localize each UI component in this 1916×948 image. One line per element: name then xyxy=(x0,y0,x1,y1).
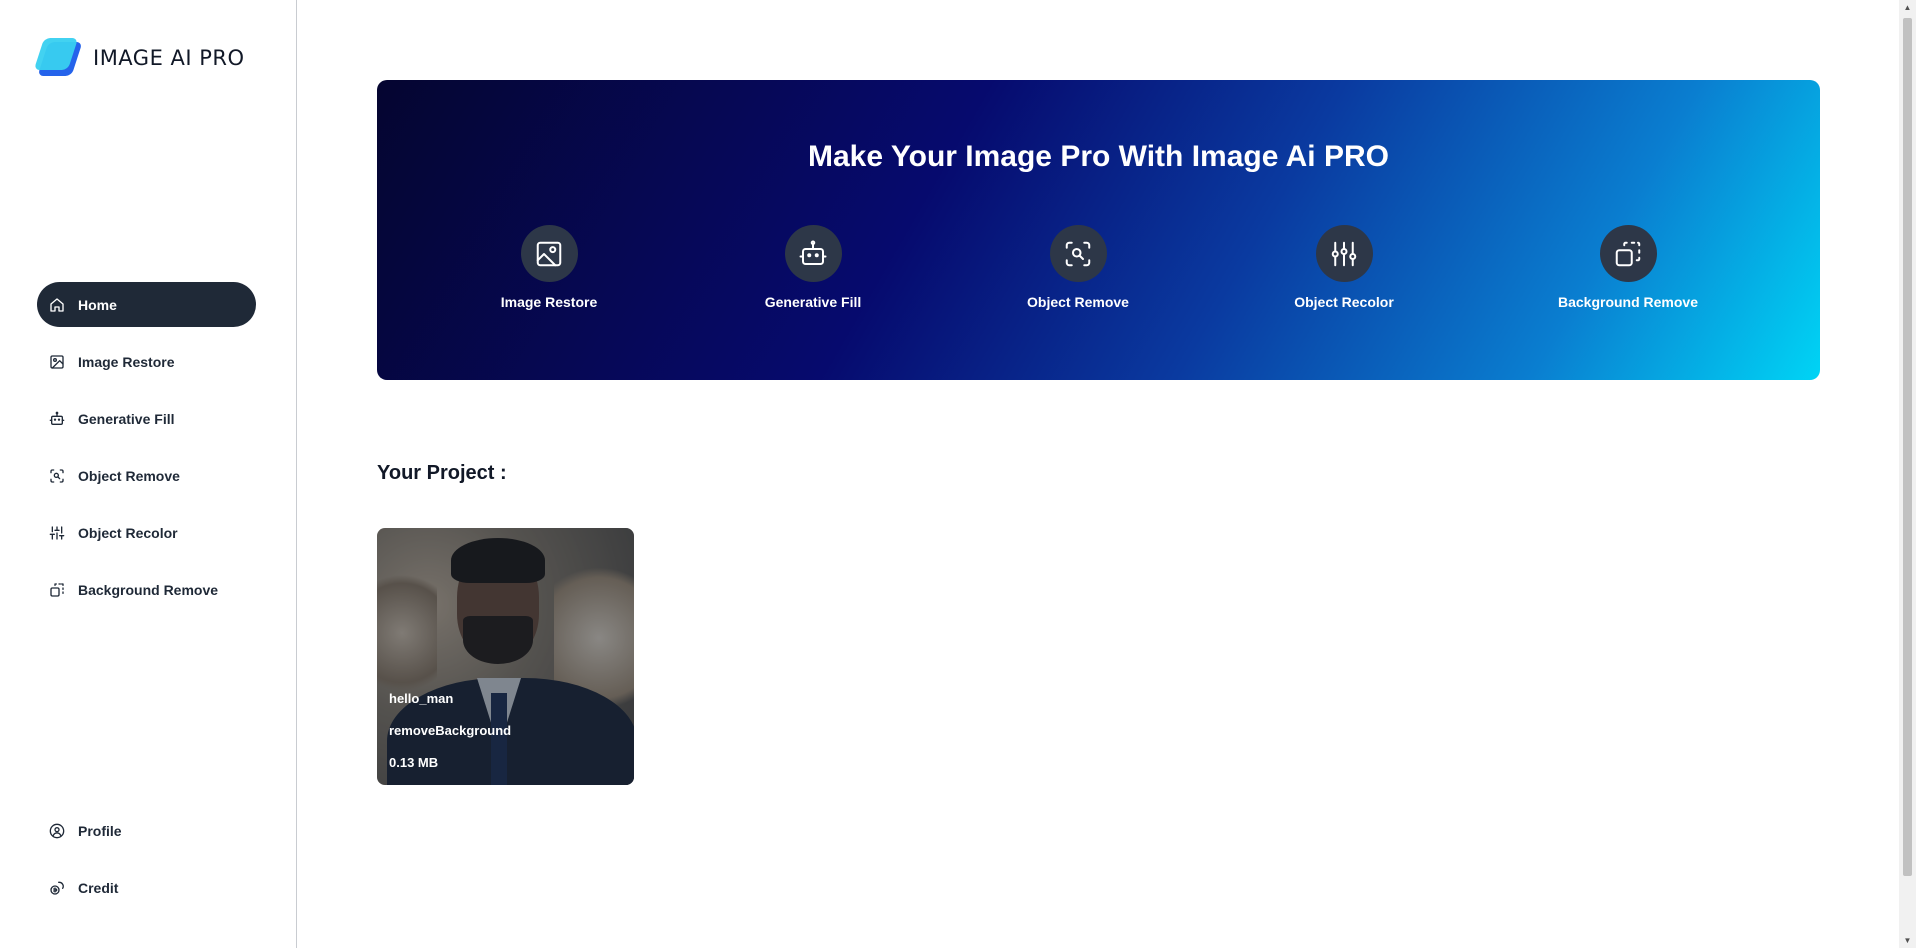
scroll-down-icon[interactable]: ▼ xyxy=(1903,936,1912,945)
sidebar-item-label: Object Recolor xyxy=(78,524,178,541)
project-card[interactable]: hello_man removeBackground 0.13 MB xyxy=(377,528,634,785)
hero-banner: Make Your Image Pro With Image Ai PRO Im… xyxy=(377,80,1820,380)
app-root: IMAGE AI PRO Home Image Restore Generati… xyxy=(0,0,1916,948)
coins-icon xyxy=(49,880,65,896)
sidebar-item-label: Generative Fill xyxy=(78,410,175,427)
sidebar-bottom-nav: Profile Credit xyxy=(37,808,256,922)
tool-label: Object Recolor xyxy=(1294,294,1394,310)
main-content: Make Your Image Pro With Image Ai PRO Im… xyxy=(298,0,1898,948)
sidebar-item-generative-fill[interactable]: Generative Fill xyxy=(37,396,256,441)
sidebar-item-object-recolor[interactable]: Object Recolor xyxy=(37,510,256,555)
sliders-icon xyxy=(1315,225,1373,282)
sidebar-item-object-remove[interactable]: Object Remove xyxy=(37,453,256,498)
sidebar-item-label: Profile xyxy=(78,822,122,839)
layers-dashed-icon xyxy=(1599,225,1657,282)
vertical-scrollbar[interactable]: ▲ ▼ xyxy=(1899,0,1916,948)
robot-icon xyxy=(49,411,65,427)
robot-icon xyxy=(784,225,842,282)
logo-text: IMAGE AI PRO xyxy=(93,46,245,70)
layers-dashed-icon xyxy=(49,582,65,598)
sidebar-item-credit[interactable]: Credit xyxy=(37,865,256,910)
project-name: hello_man xyxy=(389,691,454,706)
sidebar-item-image-restore[interactable]: Image Restore xyxy=(37,339,256,384)
sidebar-item-label: Home xyxy=(78,296,117,313)
image-icon xyxy=(49,354,65,370)
home-icon xyxy=(49,297,65,313)
tool-label: Image Restore xyxy=(500,294,598,310)
sidebar-item-label: Object Remove xyxy=(78,467,180,484)
logo[interactable]: IMAGE AI PRO xyxy=(33,38,245,78)
tool-generative-fill[interactable]: Generative Fill xyxy=(723,225,903,310)
tool-background-remove[interactable]: Background Remove xyxy=(1538,225,1718,310)
sidebar-item-home[interactable]: Home xyxy=(37,282,256,327)
tool-image-restore[interactable]: Image Restore xyxy=(459,225,639,310)
sidebar-nav: Home Image Restore Generative Fill Objec… xyxy=(37,282,256,624)
scan-search-icon xyxy=(1049,225,1107,282)
scan-search-icon xyxy=(49,468,65,484)
tool-object-remove[interactable]: Object Remove xyxy=(988,225,1168,310)
sidebar-item-label: Background Remove xyxy=(78,581,219,598)
sidebar-item-profile[interactable]: Profile xyxy=(37,808,256,853)
sidebar-item-label: Image Restore xyxy=(78,353,175,370)
scroll-up-icon[interactable]: ▲ xyxy=(1903,3,1912,12)
sliders-icon xyxy=(49,525,65,541)
project-size: 0.13 MB xyxy=(389,755,439,770)
tool-label: Generative Fill xyxy=(764,294,862,310)
hero-title: Make Your Image Pro With Image Ai PRO xyxy=(808,140,1389,173)
projects-title: Your Project : xyxy=(377,462,507,484)
project-meta: hello_man removeBackground 0.13 MB xyxy=(389,675,511,771)
sidebar: IMAGE AI PRO Home Image Restore Generati… xyxy=(0,0,297,948)
user-circle-icon xyxy=(49,823,65,839)
tool-label: Background Remove xyxy=(1557,294,1699,310)
tool-label: Object Remove xyxy=(1027,294,1129,310)
scrollbar-thumb[interactable] xyxy=(1903,18,1912,876)
tool-object-recolor[interactable]: Object Recolor xyxy=(1254,225,1434,310)
image-icon xyxy=(520,225,578,282)
sidebar-item-background-remove[interactable]: Background Remove xyxy=(37,567,256,612)
logo-mark-icon xyxy=(33,38,83,78)
sidebar-item-label: Credit xyxy=(78,879,119,896)
project-type: removeBackground xyxy=(389,723,512,738)
